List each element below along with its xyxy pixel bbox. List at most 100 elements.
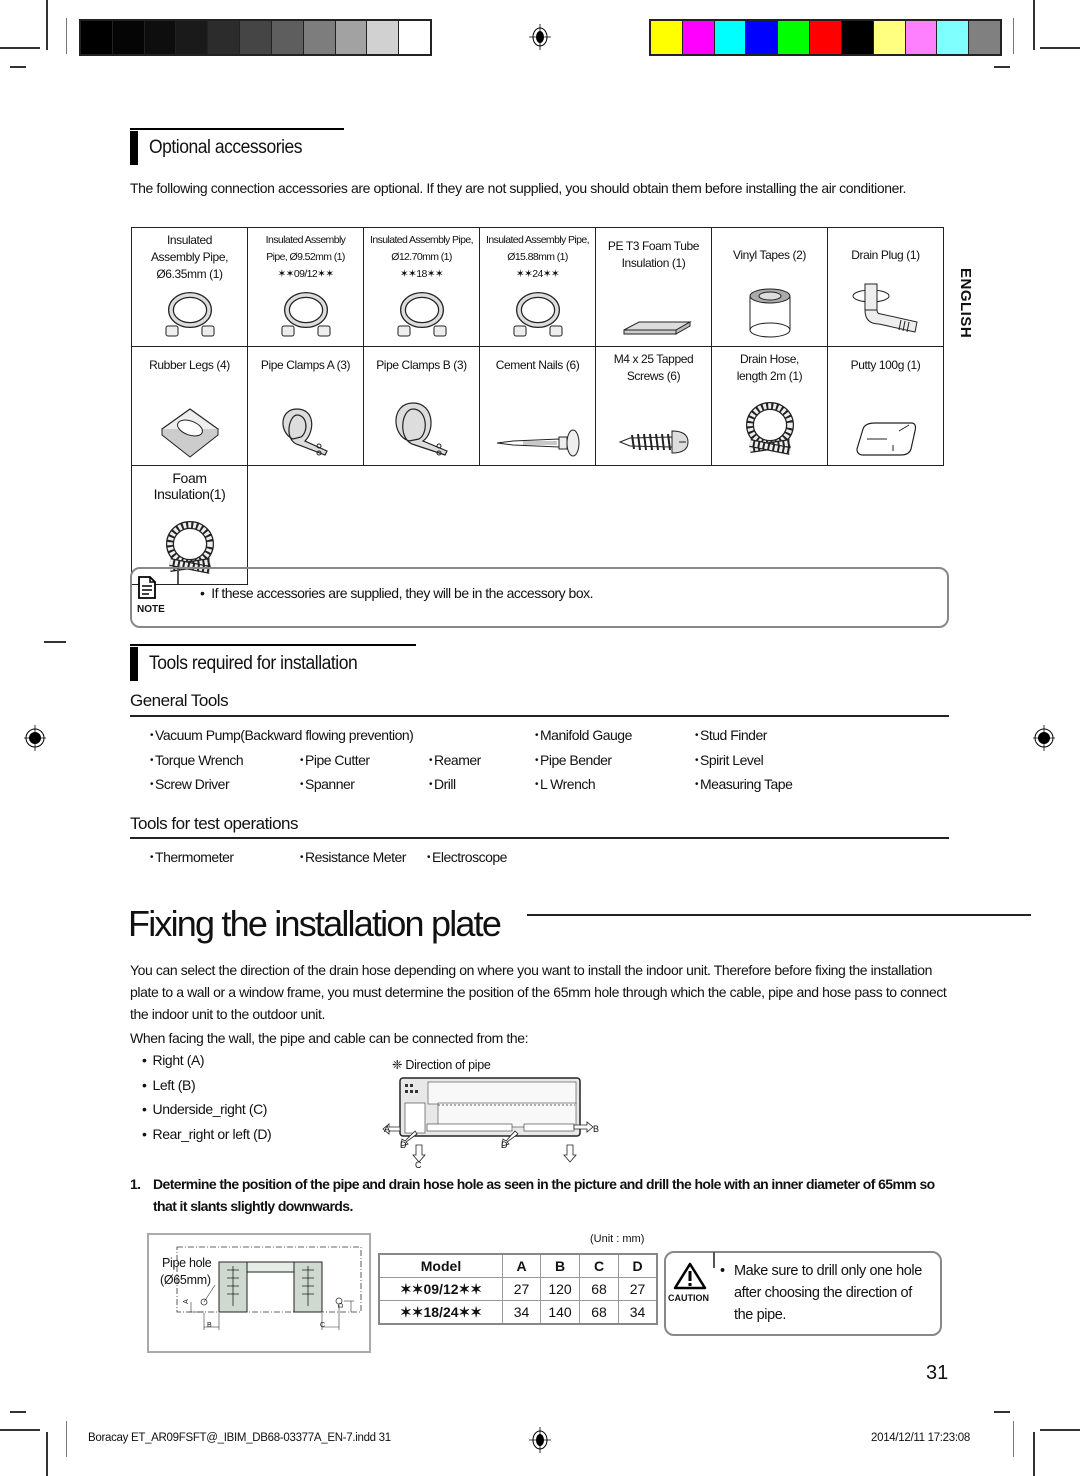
accessory-label: PE T3 Foam Tube Insulation (1) bbox=[596, 228, 711, 272]
pipe-coil-icon bbox=[364, 290, 479, 340]
accessory-label-line: Insulated Assembly bbox=[265, 234, 346, 246]
tool-item: Screw Driver bbox=[150, 776, 230, 792]
language-side-tab: ENGLISH bbox=[957, 268, 974, 339]
screw-icon bbox=[596, 425, 711, 459]
tool-item: Electroscope bbox=[427, 849, 507, 865]
accessory-label: Rubber Legs (4) bbox=[132, 347, 247, 374]
color-swatch bbox=[682, 21, 715, 54]
color-swatch bbox=[112, 21, 145, 54]
tape-roll-icon bbox=[712, 284, 827, 340]
accessory-label: Insulated Assembly Pipe, Ø12.70mm (1) ✶✶18… bbox=[364, 228, 479, 283]
accessory-label-line: Putty 100g (1) bbox=[850, 358, 921, 372]
pipe-coil-icon bbox=[248, 290, 363, 340]
accessory-label-line: Pipe, Ø9.52mm (1) bbox=[266, 251, 345, 263]
column-header: A bbox=[502, 1253, 541, 1278]
title-rule bbox=[527, 914, 1031, 916]
color-swatch bbox=[714, 21, 747, 54]
divider bbox=[130, 837, 949, 839]
note-box-divider bbox=[177, 568, 179, 584]
accessory-label: Insulated Assembly Pipe, Ø9.52mm (1) ✶✶09/… bbox=[248, 228, 363, 283]
value-cell: 27 bbox=[618, 1277, 658, 1301]
note-label: NOTE bbox=[137, 604, 165, 615]
accessory-label-line: ✶✶09/12✶✶ bbox=[277, 268, 334, 280]
note-text: • If these accessories are supplied, the… bbox=[200, 585, 594, 601]
accessory-label: Insulated Assembly Pipe, Ø6.35mm (1) bbox=[132, 228, 247, 283]
accessory-cell: Pipe Clamps A (3) bbox=[247, 346, 364, 466]
accessory-label: Pipe Clamps A (3) bbox=[248, 347, 363, 374]
accessory-cell: Vinyl Tapes (2) bbox=[711, 227, 828, 347]
color-swatch bbox=[937, 21, 970, 54]
nail-icon bbox=[480, 425, 595, 459]
divider bbox=[130, 715, 949, 717]
pipe-clamp-icon bbox=[364, 399, 479, 459]
accessory-label: Putty 100g (1) bbox=[828, 347, 943, 374]
value-cell: 140 bbox=[540, 1300, 580, 1325]
accessories-table: Insulated Assembly Pipe, Ø6.35mm (1) Insul… bbox=[131, 227, 944, 585]
drain-hose-icon bbox=[712, 401, 827, 459]
value-cell: 68 bbox=[579, 1277, 619, 1301]
accessory-label-line: length 2m (1) bbox=[736, 369, 803, 383]
fixing-connect-intro: When facing the wall, the pipe and cable… bbox=[130, 1030, 529, 1046]
accessory-label-line: Assembly Pipe, bbox=[150, 250, 229, 264]
registration-mark-icon bbox=[529, 24, 551, 50]
model-cell: ✶✶18/24✶✶ bbox=[378, 1300, 503, 1325]
tool-item: Stud Finder bbox=[695, 727, 767, 743]
accessory-label-line: ✶✶18✶✶ bbox=[399, 268, 444, 280]
caution-warning-icon bbox=[673, 1262, 707, 1290]
accessory-label-line: Ø12.70mm (1) bbox=[391, 251, 452, 263]
color-swatch bbox=[176, 21, 209, 54]
footer-file-info: Boracay ET_AR09FSFT@_IBIM_DB68-03377A_EN… bbox=[88, 1432, 391, 1444]
color-swatch bbox=[367, 21, 400, 54]
color-swatch bbox=[969, 21, 1000, 54]
direction-item: Rear_right or left (D) bbox=[142, 1126, 272, 1142]
step-1: 1. Determine the position of the pipe an… bbox=[130, 1176, 935, 1214]
rubber-leg-icon bbox=[132, 405, 247, 459]
direction-item: Underside_right (C) bbox=[142, 1101, 268, 1117]
pipe-hole-diameter: (Ø65mm) bbox=[160, 1273, 211, 1287]
table-row: ✶✶18/24✶✶ 34 140 68 34 bbox=[378, 1300, 658, 1325]
pipe-hole-label: Pipe hole bbox=[162, 1256, 212, 1270]
caution-label: CAUTION bbox=[668, 1293, 709, 1303]
registration-mark-icon bbox=[1033, 725, 1055, 751]
tool-item: Resistance Meter bbox=[300, 849, 406, 865]
color-swatch bbox=[81, 21, 113, 54]
tool-item: Drill bbox=[429, 776, 456, 792]
crop-mark bbox=[46, 0, 48, 50]
color-swatch bbox=[873, 21, 906, 54]
diagram-label-a: A bbox=[384, 1124, 391, 1134]
accessory-cell: Insulated Assembly Pipe, Ø6.35mm (1) bbox=[131, 227, 248, 347]
crop-mark bbox=[1040, 1429, 1080, 1431]
diagram-label-d: D bbox=[400, 1140, 407, 1150]
crop-mark bbox=[1013, 1421, 1014, 1457]
accessory-label-line: Cement Nails (6) bbox=[495, 358, 580, 372]
tool-item: Spanner bbox=[300, 776, 355, 792]
general-tools-heading: General Tools bbox=[130, 691, 229, 710]
accessory-cell: Cement Nails (6) bbox=[479, 346, 596, 466]
crop-mark bbox=[1013, 18, 1014, 54]
accessory-label-line: PE T3 Foam Tube bbox=[607, 239, 700, 253]
accessory-label-line: Pipe Clamps A (3) bbox=[260, 358, 351, 372]
dimension-table: Model A B C D ✶✶09/12✶✶ 27 120 68 27 ✶✶1… bbox=[378, 1253, 658, 1325]
tool-item: L Wrench bbox=[535, 776, 596, 792]
crop-mark bbox=[10, 66, 26, 68]
optional-accessories-heading: Optional accessories bbox=[130, 128, 344, 165]
value-cell: 68 bbox=[579, 1300, 619, 1325]
crop-mark bbox=[66, 1421, 67, 1457]
tool-item: Spirit Level bbox=[695, 752, 764, 768]
accessory-label-line: Drain Plug (1) bbox=[851, 248, 920, 262]
tool-item: Pipe Bender bbox=[535, 752, 612, 768]
diagram-label-d: D bbox=[501, 1140, 508, 1150]
crop-mark bbox=[10, 1411, 26, 1413]
color-swatch bbox=[335, 21, 368, 54]
accessory-cell: PE T3 Foam Tube Insulation (1) bbox=[595, 227, 712, 347]
accessory-cell: Drain Plug (1) bbox=[827, 227, 944, 347]
color-swatch bbox=[208, 21, 241, 54]
pipe-direction-diagram bbox=[382, 1077, 594, 1163]
value-cell: 120 bbox=[540, 1277, 580, 1301]
accessory-label-line: Rubber Legs (4) bbox=[149, 358, 230, 372]
color-swatch bbox=[303, 21, 336, 54]
accessory-label-line: Pipe Clamps B (3) bbox=[376, 358, 467, 372]
tool-item: Reamer bbox=[429, 752, 481, 768]
accessory-cell: Insulated Assembly Pipe, Ø12.70mm (1) ✶✶18… bbox=[363, 227, 480, 347]
accessory-label-line: Drain Hose, bbox=[740, 352, 799, 366]
